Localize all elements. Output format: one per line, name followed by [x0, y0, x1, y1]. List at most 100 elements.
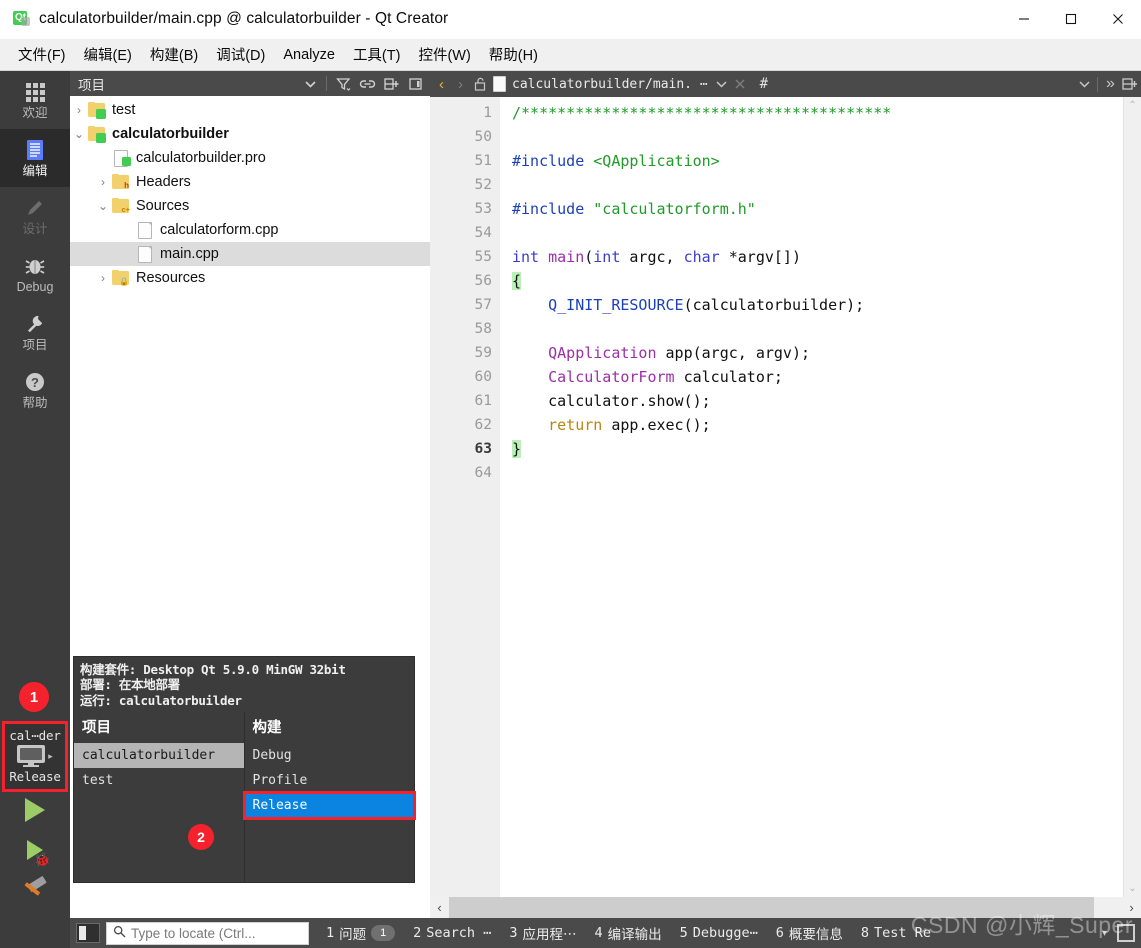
locator-input[interactable]: Type to locate (Ctrl... [106, 922, 309, 945]
sidebar-icon[interactable] [404, 71, 426, 96]
editor-tab-main-cpp[interactable]: calculatorbuilder/main. ⋯ [489, 71, 712, 97]
line-number: 58 [430, 317, 500, 341]
kit-selector-button[interactable]: cal⋯der ▸ Release [4, 723, 66, 790]
expand-arrow-icon[interactable]: › [70, 103, 88, 117]
output-pane-application[interactable]: 3应用程⋯ [500, 923, 585, 943]
popup-project-calculatorbuilder[interactable]: calculatorbuilder [74, 743, 244, 768]
start-debugging-button[interactable]: 🐞 [0, 830, 70, 870]
editor-tab-label: calculatorbuilder/main. ⋯ [512, 77, 708, 92]
popup-build-profile[interactable]: Profile [245, 768, 415, 793]
locator-placeholder: Type to locate (Ctrl... [131, 926, 256, 941]
bug-icon [24, 254, 46, 278]
menu-help[interactable]: 帮助(H) [480, 41, 547, 68]
output-pane-debugger[interactable]: 5Debugge⋯ [671, 925, 767, 941]
close-button[interactable] [1094, 0, 1141, 38]
menu-tools[interactable]: 工具(T) [344, 41, 410, 68]
updown-caret-icon[interactable]: ▾ [1102, 928, 1107, 939]
scroll-right-arrow-icon[interactable]: › [1122, 900, 1141, 915]
hscroll-track[interactable] [449, 897, 1122, 918]
editor-horizontal-scrollbar[interactable]: ‹ › [430, 897, 1141, 918]
collapse-arrow-icon[interactable]: ⌄ [94, 199, 112, 213]
kit-config-label: Release [9, 769, 60, 784]
menu-analyze[interactable]: Analyze [274, 44, 344, 66]
split-add-icon[interactable] [380, 71, 402, 96]
chevron-right-icon[interactable]: › [451, 71, 470, 97]
build-config-popup: 构建套件: Desktop Qt 5.9.0 MinGW 32bit 部署: 在… [74, 657, 414, 883]
output-pane-buttons: 1问题1 2Search ⋯ 3应用程⋯ 4编译输出 5Debugge⋯ 6概要… [309, 923, 940, 943]
popup-project-test[interactable]: test [74, 768, 244, 793]
line-number: 61 [430, 389, 500, 413]
menu-build[interactable]: 构建(B) [141, 41, 207, 68]
double-chevron-right-icon[interactable]: » [1101, 71, 1120, 97]
symbol-selector[interactable]: # [750, 76, 768, 92]
output-pane-test-results[interactable]: 8Test Re [852, 925, 940, 941]
scroll-left-arrow-icon[interactable]: ‹ [430, 900, 449, 915]
filter-icon[interactable] [332, 71, 354, 96]
output-pane-overview[interactable]: 6概要信息 [767, 923, 852, 943]
tree-item-headers[interactable]: › h Headers [70, 170, 430, 194]
tree-item-sources[interactable]: ⌄ c+ Sources [70, 194, 430, 218]
minimize-button[interactable] [1000, 0, 1047, 38]
code-line [512, 461, 1123, 485]
statusbar-right-controls: ▾ [1102, 918, 1135, 948]
hammer-icon [22, 877, 48, 903]
scroll-up-arrow-icon[interactable]: ⌃ [1128, 100, 1136, 111]
close-icon[interactable] [731, 71, 750, 97]
chevron-down-icon[interactable] [712, 71, 731, 97]
build-config-columns: 项目 calculatorbuilder test 构建 Debug Profi… [74, 712, 414, 882]
tree-item-label: calculatorbuilder [112, 126, 229, 142]
chevron-left-icon[interactable]: ‹ [432, 71, 451, 97]
scroll-down-arrow-icon[interactable]: ⌄ [1128, 883, 1136, 894]
unlock-icon[interactable] [470, 71, 489, 97]
tree-item-calculatorform-cpp[interactable]: calculatorform.cpp [70, 218, 430, 242]
expand-arrow-icon[interactable]: › [94, 271, 112, 285]
mode-debug[interactable]: Debug [0, 245, 70, 303]
line-number: 55⌄ [430, 245, 500, 269]
menu-widgets[interactable]: 控件(W) [409, 41, 479, 68]
tree-item-pro-file[interactable]: calculatorbuilder.pro [70, 146, 430, 170]
mode-edit-label: 编辑 [22, 165, 47, 178]
maximize-pane-icon[interactable] [1117, 924, 1135, 942]
mode-help[interactable]: ? 帮助 [0, 361, 70, 419]
sidebar-toggle-icon[interactable] [76, 923, 100, 943]
mode-edit[interactable]: 编辑 [0, 129, 70, 187]
code-line: CalculatorForm calculator; [512, 365, 1123, 389]
menu-edit[interactable]: 编辑(E) [75, 41, 141, 68]
output-pane-search[interactable]: 2Search ⋯ [404, 925, 500, 941]
tree-item-main-cpp[interactable]: main.cpp [70, 242, 430, 266]
chevron-down-icon[interactable] [1075, 71, 1094, 97]
editor-toolbar: ‹ › calculatorbuilder/main. ⋯ # [430, 71, 1141, 97]
popup-build-debug[interactable]: Debug [245, 743, 415, 768]
mode-spacer [0, 419, 70, 665]
mode-projects[interactable]: 项目 [0, 303, 70, 361]
tree-item-resources[interactable]: › 🔒 Resources [70, 266, 430, 290]
qt-creator-window: Qt calculatorbuilder/main.cpp @ calculat… [0, 0, 1141, 948]
menu-file[interactable]: 文件(F) [9, 41, 75, 68]
hscroll-thumb[interactable] [449, 897, 1094, 918]
line-number: 60 [430, 365, 500, 389]
code-editor[interactable]: /***************************************… [500, 97, 1123, 897]
line-number: 50 [430, 125, 500, 149]
mode-welcome[interactable]: 欢迎 [0, 71, 70, 129]
split-add-icon[interactable] [1120, 71, 1139, 97]
link-icon[interactable] [356, 71, 378, 96]
popup-build-release[interactable]: Release [245, 793, 415, 818]
collapse-arrow-icon[interactable]: ⌄ [70, 127, 88, 141]
issue-count-badge: 1 [371, 925, 395, 941]
line-number: 62 [430, 413, 500, 437]
menu-debug[interactable]: 调试(D) [207, 41, 274, 68]
output-pane-compile[interactable]: 4编译输出 [585, 923, 670, 943]
tree-item-calculatorbuilder[interactable]: ⌄ calculatorbuilder [70, 122, 430, 146]
maximize-button[interactable] [1047, 0, 1094, 38]
build-config-summary: 构建套件: Desktop Qt 5.9.0 MinGW 32bit 部署: 在… [74, 657, 414, 713]
output-pane-issues[interactable]: 1问题1 [317, 923, 404, 943]
editor-vertical-scrollbar[interactable]: ⌃ ⌄ [1123, 97, 1141, 897]
line-number: 59 [430, 341, 500, 365]
mode-design[interactable]: 设计 [0, 187, 70, 245]
chevron-down-icon[interactable] [299, 71, 321, 96]
build-button[interactable] [0, 870, 70, 910]
run-button[interactable] [0, 790, 70, 830]
expand-arrow-icon[interactable]: › [94, 175, 112, 189]
tree-item-test[interactable]: › test [70, 98, 430, 122]
window-title: calculatorbuilder/main.cpp @ calculatorb… [39, 10, 448, 28]
